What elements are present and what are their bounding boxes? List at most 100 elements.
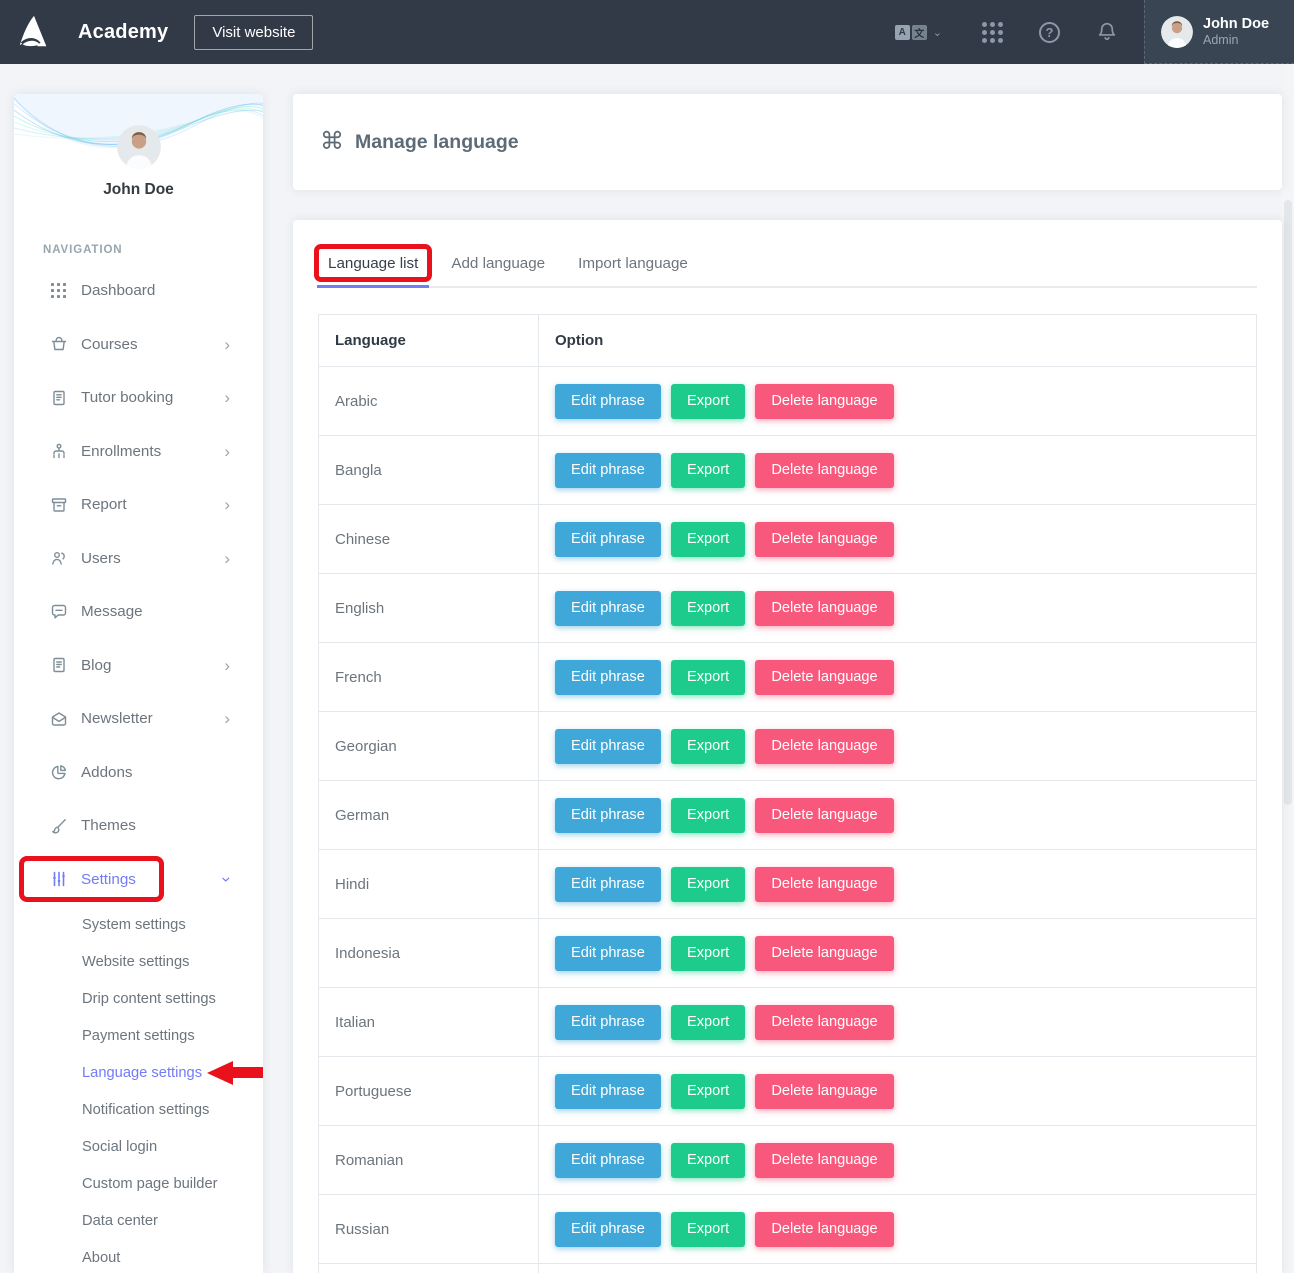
table-row: Indonesia Edit phrase Export Delete lang… bbox=[319, 919, 1257, 988]
tab-language-list[interactable]: Language list bbox=[318, 248, 428, 280]
tab-add-language[interactable]: Add language bbox=[441, 248, 555, 280]
tab-import-language[interactable]: Import language bbox=[568, 248, 698, 280]
sidebar-item-message[interactable]: Message › bbox=[14, 585, 263, 639]
language-cell: German bbox=[319, 781, 539, 850]
scrollbar bbox=[1282, 64, 1294, 1273]
edit-phrase-button[interactable]: Edit phrase bbox=[555, 1005, 661, 1040]
chevron-right-icon: › bbox=[224, 496, 230, 513]
topbar-user-menu[interactable]: John Doe Admin bbox=[1144, 0, 1294, 64]
edit-phrase-button[interactable]: Edit phrase bbox=[555, 384, 661, 419]
sidebar-item-courses[interactable]: Courses › bbox=[14, 318, 263, 372]
option-cell: Edit phrase Export Delete language bbox=[539, 712, 1257, 781]
sidebar-item-themes[interactable]: Themes › bbox=[14, 799, 263, 853]
edit-phrase-button[interactable]: Edit phrase bbox=[555, 453, 661, 488]
page-title: Manage language bbox=[355, 131, 519, 154]
sidebar-subitem-about[interactable]: About bbox=[14, 1239, 263, 1273]
option-cell: Edit phrase Export Delete language bbox=[539, 1057, 1257, 1126]
delete-language-button[interactable]: Delete language bbox=[755, 936, 893, 971]
visit-website-button[interactable]: Visit website bbox=[194, 15, 313, 50]
delete-language-button[interactable]: Delete language bbox=[755, 798, 893, 833]
delete-language-button[interactable]: Delete language bbox=[755, 522, 893, 557]
language-cell: Indonesia bbox=[319, 919, 539, 988]
sidebar-item-dashboard[interactable]: Dashboard › bbox=[14, 264, 263, 318]
export-button[interactable]: Export bbox=[671, 1143, 745, 1178]
edit-phrase-button[interactable]: Edit phrase bbox=[555, 798, 661, 833]
table-row: Georgian Edit phrase Export Delete langu… bbox=[319, 712, 1257, 781]
delete-language-button[interactable]: Delete language bbox=[755, 1005, 893, 1040]
export-button[interactable]: Export bbox=[671, 453, 745, 488]
sidebar-subitem-language-settings[interactable]: Language settings bbox=[14, 1054, 263, 1091]
export-button[interactable]: Export bbox=[671, 867, 745, 902]
edit-phrase-button[interactable]: Edit phrase bbox=[555, 522, 661, 557]
notifications-bell-icon[interactable] bbox=[1096, 21, 1118, 43]
edit-phrase-button[interactable]: Edit phrase bbox=[555, 660, 661, 695]
sidebar-item-users[interactable]: Users › bbox=[14, 532, 263, 586]
sidebar-subitem-drip-content-settings[interactable]: Drip content settings bbox=[14, 980, 263, 1017]
export-button[interactable]: Export bbox=[671, 729, 745, 764]
sidebar-user-name: John Doe bbox=[14, 181, 263, 199]
help-icon[interactable]: ? bbox=[1039, 22, 1060, 43]
addons-pie-icon bbox=[50, 763, 68, 781]
sidebar-subitem-data-center[interactable]: Data center bbox=[14, 1202, 263, 1239]
language-cell: Chinese bbox=[319, 505, 539, 574]
edit-phrase-button[interactable]: Edit phrase bbox=[555, 1212, 661, 1247]
table-row: Russian Edit phrase Export Delete langua… bbox=[319, 1195, 1257, 1264]
export-button[interactable]: Export bbox=[671, 1212, 745, 1247]
sidebar-item-newsletter[interactable]: Newsletter › bbox=[14, 692, 263, 746]
export-button[interactable]: Export bbox=[671, 1005, 745, 1040]
edit-phrase-button[interactable]: Edit phrase bbox=[555, 591, 661, 626]
option-cell: Edit phrase Export Delete language bbox=[539, 850, 1257, 919]
sidebar-subitem-payment-settings[interactable]: Payment settings bbox=[14, 1017, 263, 1054]
export-button[interactable]: Export bbox=[671, 936, 745, 971]
delete-language-button[interactable]: Delete language bbox=[755, 1074, 893, 1109]
option-cell: Edit phrase Export Delete language bbox=[539, 1195, 1257, 1264]
sidebar-subitem-social-login[interactable]: Social login bbox=[14, 1128, 263, 1165]
delete-language-button[interactable]: Delete language bbox=[755, 453, 893, 488]
export-button[interactable]: Export bbox=[671, 591, 745, 626]
table-row: Bangla Edit phrase Export Delete languag… bbox=[319, 436, 1257, 505]
delete-language-button[interactable]: Delete language bbox=[755, 867, 893, 902]
export-button[interactable]: Export bbox=[671, 660, 745, 695]
sidebar-item-settings[interactable]: Settings › bbox=[14, 853, 263, 907]
option-cell: Edit phrase Export Delete language bbox=[539, 643, 1257, 712]
table-row: Arabic Edit phrase Export Delete languag… bbox=[319, 367, 1257, 436]
scrollbar-thumb[interactable] bbox=[1284, 200, 1292, 805]
language-cell: French bbox=[319, 643, 539, 712]
table-row: Italian Edit phrase Export Delete langua… bbox=[319, 988, 1257, 1057]
newsletter-icon bbox=[50, 710, 68, 728]
column-header-language: Language bbox=[319, 315, 539, 367]
sidebar-subitem-custom-page-builder[interactable]: Custom page builder bbox=[14, 1165, 263, 1202]
edit-phrase-button[interactable]: Edit phrase bbox=[555, 1143, 661, 1178]
edit-phrase-button[interactable]: Edit phrase bbox=[555, 729, 661, 764]
option-cell: Edit phrase Export Delete language bbox=[539, 367, 1257, 436]
users-icon bbox=[50, 549, 68, 567]
academy-logo-icon[interactable] bbox=[14, 12, 54, 52]
sidebar-item-enrollments[interactable]: Enrollments › bbox=[14, 425, 263, 479]
export-button[interactable]: Export bbox=[671, 1074, 745, 1109]
language-cell: Russian bbox=[319, 1195, 539, 1264]
delete-language-button[interactable]: Delete language bbox=[755, 591, 893, 626]
delete-language-button[interactable]: Delete language bbox=[755, 660, 893, 695]
sidebar-item-blog[interactable]: Blog › bbox=[14, 639, 263, 693]
delete-language-button[interactable]: Delete language bbox=[755, 1143, 893, 1178]
delete-language-button[interactable]: Delete language bbox=[755, 729, 893, 764]
edit-phrase-button[interactable]: Edit phrase bbox=[555, 1074, 661, 1109]
edit-phrase-button[interactable]: Edit phrase bbox=[555, 867, 661, 902]
edit-phrase-button[interactable]: Edit phrase bbox=[555, 936, 661, 971]
export-button[interactable]: Export bbox=[671, 522, 745, 557]
language-translate-icon[interactable]: A 文 ⌄ bbox=[895, 25, 942, 40]
table-row-partial bbox=[319, 1264, 1257, 1273]
apps-grid-icon[interactable] bbox=[982, 22, 1003, 43]
sidebar-item-addons[interactable]: Addons › bbox=[14, 746, 263, 800]
delete-language-button[interactable]: Delete language bbox=[755, 384, 893, 419]
export-button[interactable]: Export bbox=[671, 798, 745, 833]
language-cell: Portuguese bbox=[319, 1057, 539, 1126]
export-button[interactable]: Export bbox=[671, 384, 745, 419]
sidebar-subitem-notification-settings[interactable]: Notification settings bbox=[14, 1091, 263, 1128]
sidebar-item-report[interactable]: Report › bbox=[14, 478, 263, 532]
sidebar-subitem-system-settings[interactable]: System settings bbox=[14, 906, 263, 943]
sidebar-subitem-website-settings[interactable]: Website settings bbox=[14, 943, 263, 980]
delete-language-button[interactable]: Delete language bbox=[755, 1212, 893, 1247]
option-cell: Edit phrase Export Delete language bbox=[539, 505, 1257, 574]
sidebar-item-tutor-booking[interactable]: Tutor booking › bbox=[14, 371, 263, 425]
